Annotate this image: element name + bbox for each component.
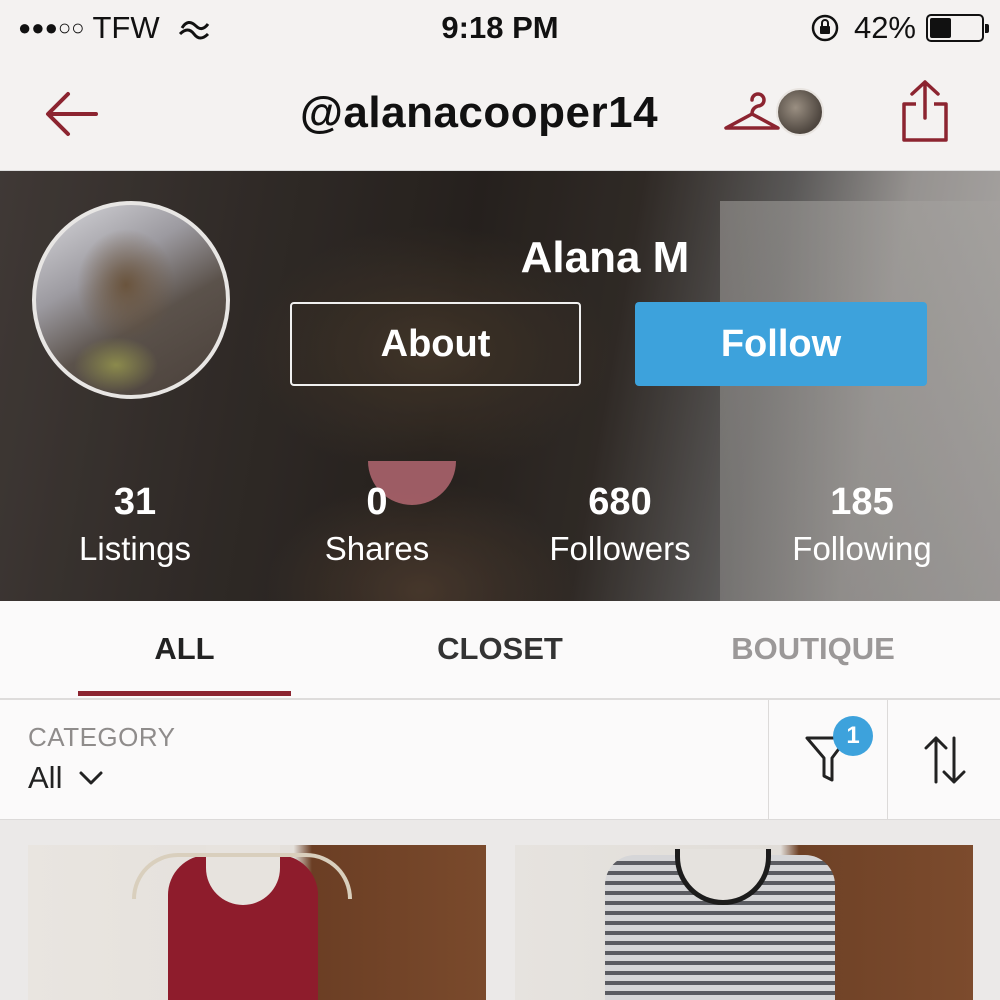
tab-all[interactable]: ALL xyxy=(78,631,291,667)
stat-listings[interactable]: 31 Listings xyxy=(15,481,255,568)
stat-following[interactable]: 185 Following xyxy=(742,481,982,568)
status-bar: ●●●○○ TFW 9:18 PM 42% xyxy=(0,0,1000,58)
chevron-down-icon xyxy=(79,771,103,785)
hanger-icon xyxy=(724,92,780,130)
battery-fill xyxy=(930,18,951,38)
stat-value: 0 xyxy=(366,481,388,523)
stat-label: Shares xyxy=(324,530,430,567)
follow-button[interactable]: Follow xyxy=(635,302,927,386)
status-right: 42% xyxy=(810,10,989,46)
listing-card[interactable] xyxy=(515,845,973,1000)
stat-value: 185 xyxy=(830,481,894,523)
category-value: All xyxy=(28,760,63,795)
profile-avatar[interactable] xyxy=(32,201,230,399)
rotation-lock-icon xyxy=(811,14,839,42)
listing-image-detail xyxy=(132,853,352,899)
sort-arrows-icon xyxy=(924,736,966,784)
back-button[interactable] xyxy=(40,86,104,142)
battery-percent: 42% xyxy=(853,10,916,45)
about-button[interactable]: About xyxy=(290,302,581,386)
filter-count-badge: 1 xyxy=(833,716,873,756)
active-tab-indicator xyxy=(78,691,291,696)
page-title: @alanacooper14 xyxy=(300,88,659,137)
profile-header: Alana M About Follow 31 Listings 0 Share… xyxy=(0,171,1000,601)
user-avatar[interactable] xyxy=(776,88,824,136)
category-label: CATEGORY xyxy=(28,722,176,752)
stat-value: 31 xyxy=(113,481,157,523)
tab-closet[interactable]: CLOSET xyxy=(400,631,600,667)
arrow-left-icon xyxy=(46,92,98,136)
listing-card[interactable] xyxy=(28,845,486,1000)
tab-boutique[interactable]: BOUTIQUE xyxy=(708,631,918,667)
sort-button[interactable] xyxy=(887,700,1000,819)
stat-shares[interactable]: 0 Shares xyxy=(257,481,497,568)
stat-label: Followers xyxy=(549,530,691,567)
listing-tabs: ALL CLOSET BOUTIQUE xyxy=(0,601,1000,700)
stat-label: Following xyxy=(792,530,932,567)
share-icon xyxy=(902,80,948,142)
share-button[interactable] xyxy=(898,78,952,149)
listings-grid xyxy=(0,820,1000,1000)
nav-bar: @alanacooper14 xyxy=(0,58,1000,171)
battery-tip xyxy=(985,24,989,33)
stat-label: Listings xyxy=(79,530,191,567)
closet-button[interactable] xyxy=(722,86,782,141)
profile-name: Alana M xyxy=(520,233,690,282)
category-dropdown[interactable]: All xyxy=(28,760,104,796)
funnel-icon xyxy=(805,736,849,782)
stat-followers[interactable]: 680 Followers xyxy=(500,481,740,568)
battery-icon xyxy=(926,14,989,42)
filter-button[interactable]: 1 xyxy=(768,700,887,819)
stat-value: 680 xyxy=(588,481,652,523)
filter-bar: CATEGORY All 1 xyxy=(0,700,1000,820)
